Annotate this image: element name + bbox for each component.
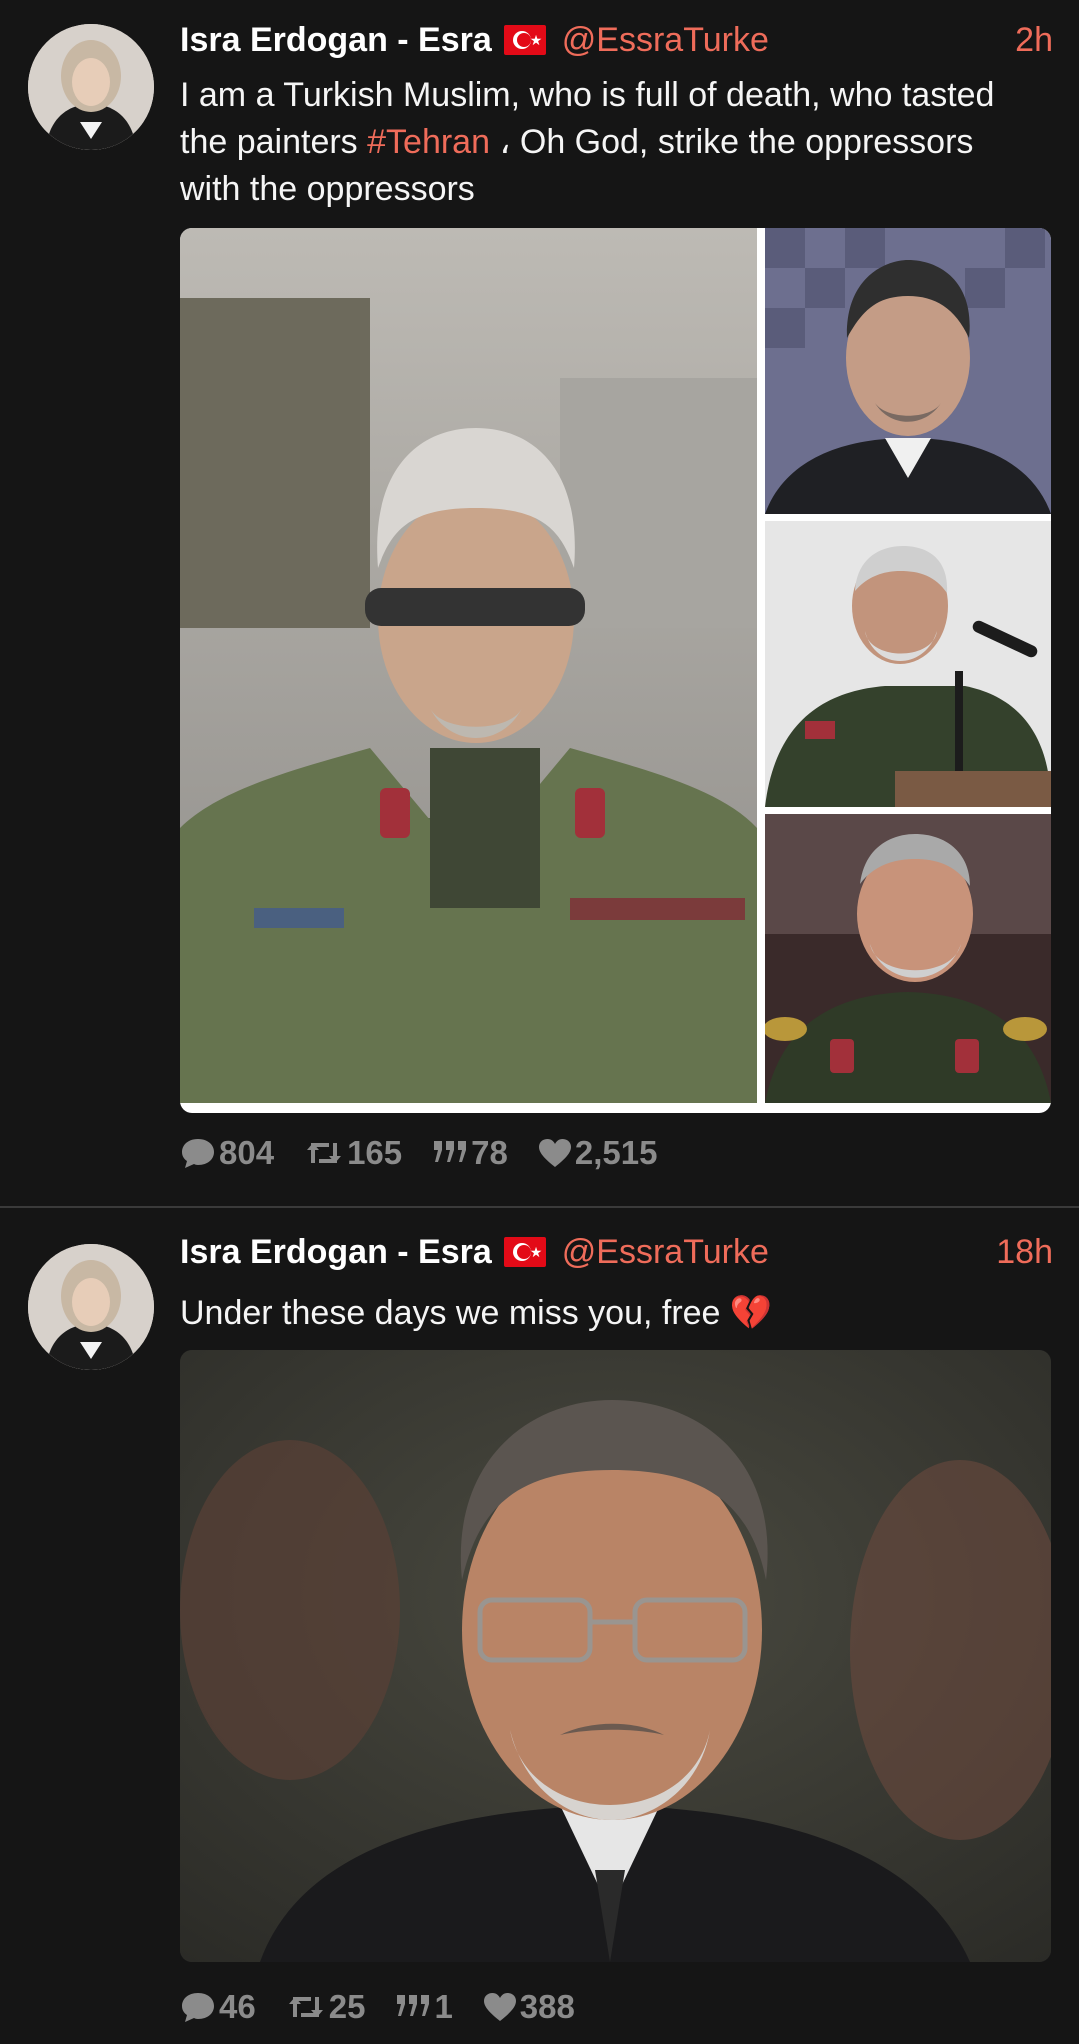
reply-button[interactable]: 804	[180, 1134, 274, 1172]
tweet-timestamp[interactable]: 2h	[1015, 21, 1053, 60]
quote-count: 78	[471, 1134, 508, 1171]
tweet-text: I am a Turkish Muslim, who is full of de…	[180, 72, 1030, 213]
media-image-main[interactable]	[180, 1350, 1051, 1962]
author-name[interactable]: Isra Erdogan - Esra	[180, 1233, 492, 1272]
retweet-count: 165	[347, 1134, 403, 1171]
author-handle[interactable]: @EssraTurke	[562, 21, 769, 60]
like-count: 2,515	[574, 1134, 658, 1171]
reply-count: 804	[219, 1134, 275, 1171]
author-name[interactable]: Isra Erdogan - Esra	[180, 21, 492, 60]
like-button[interactable]: 2,515	[538, 1134, 658, 1172]
quote-icon	[397, 1995, 430, 2016]
hashtag-link[interactable]: #Tehran	[367, 123, 490, 161]
reply-count: 46	[219, 1988, 256, 2025]
tweet-actions: 804 165 78 2,515	[180, 1134, 687, 1172]
quote-count: 1	[434, 1988, 453, 2025]
like-count: 388	[519, 1988, 575, 2025]
author-handle[interactable]: @EssraTurke	[562, 1233, 769, 1272]
avatar[interactable]	[28, 1244, 154, 1370]
like-button[interactable]: 388	[483, 1988, 575, 2026]
media-image[interactable]	[765, 228, 1051, 514]
retweet-button[interactable]: 165	[304, 1134, 402, 1172]
tweet-header: Isra Erdogan - Esra ★ @EssraTurke 18h	[180, 1228, 1053, 1276]
turkey-flag-icon: ★	[503, 1237, 546, 1267]
avatar[interactable]	[28, 24, 154, 150]
turkey-flag-icon: ★	[503, 25, 546, 55]
retweet-count: 25	[328, 1988, 366, 2025]
tweet-header: Isra Erdogan - Esra ★ @EssraTurke 2h	[180, 16, 1053, 64]
broken-heart-emoji: 💔	[729, 1294, 773, 1332]
tweet[interactable]: Isra Erdogan - Esra ★ @EssraTurke 2h I a…	[0, 0, 1079, 1206]
retweet-icon	[307, 1143, 342, 1163]
tweet-actions: 46 25 1 388	[180, 1988, 605, 2026]
media-grid[interactable]	[180, 228, 1051, 1113]
retweet-icon	[288, 1997, 323, 2017]
quote-button[interactable]: 1	[395, 1988, 453, 2026]
media-image[interactable]	[765, 814, 1051, 1103]
tweet-timestamp[interactable]: 18h	[996, 1233, 1053, 1272]
heart-icon	[538, 1139, 571, 1167]
quote-button[interactable]: 78	[432, 1134, 508, 1172]
tweet-text-part: Under these days we miss you, free	[180, 1294, 730, 1332]
reply-icon	[182, 1139, 214, 1168]
retweet-button[interactable]: 25	[286, 1988, 366, 2026]
reply-button[interactable]: 46	[180, 1988, 256, 2026]
media-image-main[interactable]	[180, 228, 757, 1103]
tweet-text: Under these days we miss you, free 💔	[180, 1290, 1030, 1337]
tweet[interactable]: Isra Erdogan - Esra ★ @EssraTurke 18h Un…	[0, 1208, 1079, 2044]
media-image[interactable]	[765, 521, 1051, 807]
heart-icon	[483, 1993, 516, 2021]
quote-icon	[434, 1141, 467, 1162]
reply-icon	[182, 1993, 214, 2022]
